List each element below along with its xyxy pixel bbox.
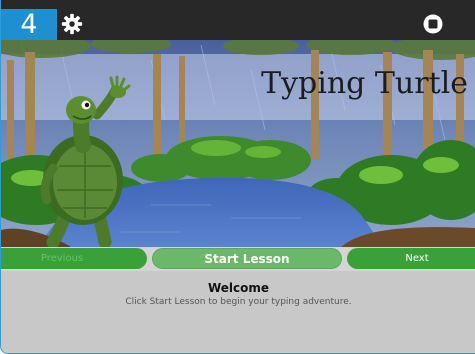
app-title: Typing Turtle: [261, 66, 468, 101]
start-lesson-button[interactable]: Start Lesson: [152, 248, 342, 269]
stop-icon[interactable]: [423, 14, 443, 34]
next-button[interactable]: Next: [347, 248, 475, 269]
message-text: Click Start Lesson to begin your typing …: [125, 297, 352, 307]
message-panel: Welcome Click Start Lesson to begin your…: [1, 271, 475, 353]
message-title: Welcome: [207, 281, 270, 295]
gear-icon[interactable]: [61, 13, 83, 35]
lesson-scene: Typing Turtle: [1, 40, 475, 247]
typing-turtle-window: 4 Typing Turtle Previous Start Lesson Ne…: [0, 0, 475, 354]
lesson-navigation: Previous Start Lesson Next: [1, 247, 475, 271]
previous-button[interactable]: Previous: [1, 248, 147, 269]
level-indicator: 4: [1, 9, 57, 40]
toolbar: 4: [1, 0, 475, 40]
